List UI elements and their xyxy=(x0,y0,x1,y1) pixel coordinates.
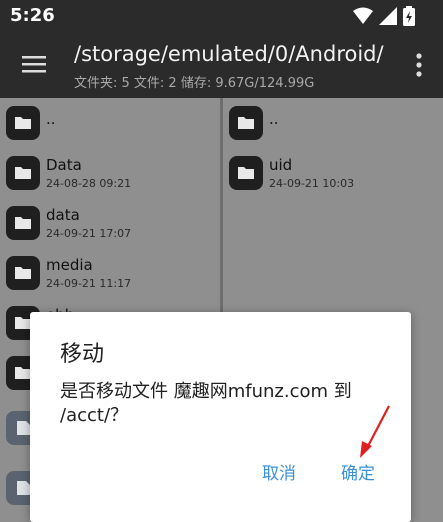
path-title: /storage/emulated/0/Android/ xyxy=(74,42,384,66)
folder-icon xyxy=(229,106,263,140)
file-name: .. xyxy=(46,110,56,128)
list-item[interactable]: .. xyxy=(223,98,443,148)
file-name: data xyxy=(46,206,80,224)
file-date: 24-09-21 10:03 xyxy=(269,177,355,190)
status-bar: 5:26 xyxy=(0,0,443,32)
status-time: 5:26 xyxy=(10,5,55,26)
storage-info: 文件夹: 5 文件: 2 储存: 9.67G/124.99G xyxy=(74,76,315,91)
battery-icon xyxy=(403,6,415,30)
file-name: .. xyxy=(269,110,279,128)
file-name: uid xyxy=(269,156,293,174)
dialog-title: 移动 xyxy=(60,342,105,367)
signal-icon xyxy=(379,7,397,29)
cancel-button[interactable]: 取消 xyxy=(262,459,296,484)
move-dialog: 移动 是否移动文件 魔趣网mfunz.com 到 /acct/？ 取消 确定 xyxy=(30,312,411,522)
folder-icon xyxy=(229,156,263,190)
more-vert-icon[interactable] xyxy=(413,52,425,78)
list-item[interactable]: media 24-09-21 11:17 xyxy=(0,248,220,298)
list-item[interactable]: uid 24-09-21 10:03 xyxy=(223,148,443,198)
list-item[interactable]: data 24-09-21 17:07 xyxy=(0,198,220,248)
folder-icon xyxy=(6,156,40,190)
menu-icon[interactable] xyxy=(20,50,48,78)
file-name: media xyxy=(46,256,93,274)
list-item[interactable]: Data 24-08-28 09:21 xyxy=(0,148,220,198)
file-date: 24-09-21 17:07 xyxy=(46,227,132,240)
file-date: 24-09-21 11:17 xyxy=(46,277,132,290)
file-date: 24-08-28 09:21 xyxy=(46,177,132,190)
list-item[interactable]: .. xyxy=(0,98,220,148)
folder-icon xyxy=(6,106,40,140)
dialog-message: 是否移动文件 魔趣网mfunz.com 到 /acct/？ xyxy=(60,381,352,426)
file-name: Data xyxy=(46,156,82,174)
folder-icon xyxy=(6,206,40,240)
toolbar: /storage/emulated/0/Android/ 文件夹: 5 文件: … xyxy=(0,32,443,98)
confirm-button[interactable]: 确定 xyxy=(341,459,375,484)
wifi-icon xyxy=(353,7,373,29)
folder-icon xyxy=(6,256,40,290)
